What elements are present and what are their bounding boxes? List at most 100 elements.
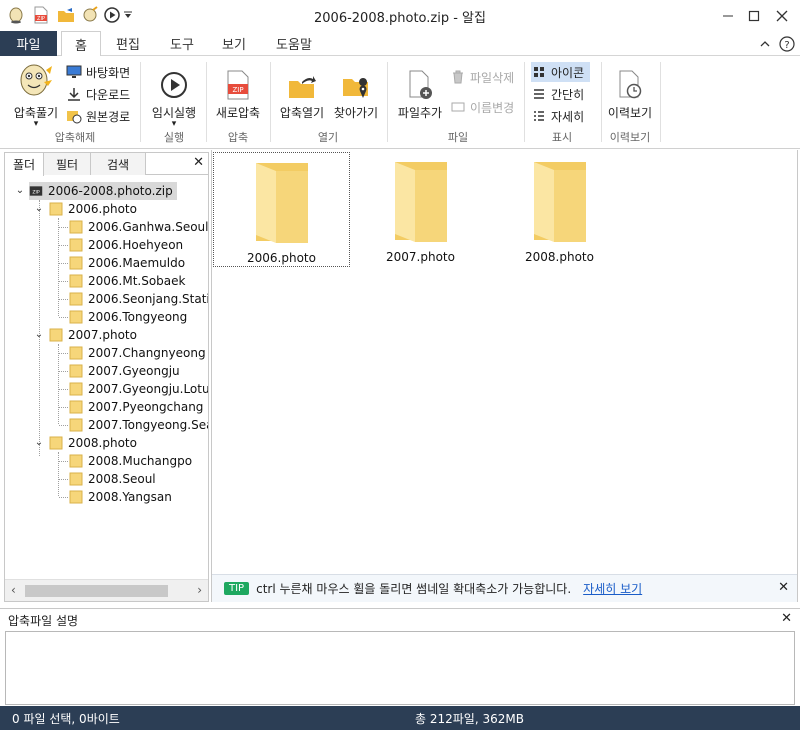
tree-item[interactable]: 2007.Gyeongju.Lotus: [69, 380, 208, 398]
horizontal-scrollbar[interactable]: ‹ ›: [5, 579, 208, 601]
view-simple-button[interactable]: 간단히: [531, 84, 584, 104]
scroll-right-icon[interactable]: ›: [197, 583, 202, 597]
tree-item[interactable]: 2006.Tongyeong: [69, 308, 187, 326]
chevron-down-icon[interactable]: ⌄: [34, 203, 44, 214]
file-item-name: 2007.photo: [386, 250, 455, 264]
temp-run-button[interactable]: 임시실행 ▾: [146, 60, 202, 129]
extract-dropdown[interactable]: ▾: [34, 119, 39, 129]
folder-icon: [69, 400, 83, 414]
large-folder-icon: [252, 161, 312, 245]
status-total: 총 212파일, 362MB: [415, 712, 524, 726]
tab-file[interactable]: 파일: [0, 31, 57, 56]
chevron-down-icon[interactable]: ⌄: [34, 329, 44, 340]
download-button[interactable]: 다운로드: [66, 84, 130, 104]
chevron-down-icon[interactable]: ⌄: [34, 437, 44, 448]
close-icon[interactable]: [766, 0, 798, 31]
tree-item[interactable]: 2008.Muchangpo: [69, 452, 192, 470]
tip-close-icon[interactable]: ✕: [778, 580, 789, 595]
trash-icon: [450, 69, 466, 85]
group-label-compress: 압축: [227, 131, 249, 144]
tab-filter[interactable]: 필터: [44, 153, 91, 175]
file-item-folder[interactable]: 2006.photo: [213, 152, 350, 267]
rename-button[interactable]: 이름변경: [450, 97, 514, 117]
tree-item[interactable]: 2006.Mt.Sobaek: [69, 272, 186, 290]
tree-item[interactable]: 2007.Pyeongchang: [69, 398, 203, 416]
tab-view[interactable]: 보기: [212, 31, 256, 56]
original-path-button[interactable]: 원본경로: [66, 106, 130, 126]
tree-line: [59, 353, 68, 354]
tree-folder-label: 2007.photo: [68, 328, 137, 342]
ribbon-separator: [660, 62, 661, 142]
tree-line: [59, 281, 68, 282]
tree-line: [59, 317, 68, 318]
delete-file-label: 파일삭제: [470, 70, 515, 85]
tab-tools[interactable]: 도구: [160, 31, 204, 56]
tree-item-label: 2007.Tongyeong.Sea: [88, 418, 208, 432]
new-compress-button[interactable]: ZIP 새로압축: [210, 60, 266, 121]
open-archive-label: 압축열기: [279, 106, 325, 120]
add-file-button[interactable]: 파일추가: [392, 60, 448, 121]
tree-item[interactable]: 2008.Seoul: [69, 470, 156, 488]
tab-help[interactable]: 도움말: [268, 31, 320, 56]
group-label-file: 파일: [447, 131, 469, 144]
extract-button[interactable]: 압축풀기 ▾: [8, 60, 64, 129]
tree-item[interactable]: 2006.Hoehyeon: [69, 236, 183, 254]
tip-bar: TIP ctrl 누른채 마우스 휠을 돌리면 썸네일 확대축소가 가능합니다.…: [212, 574, 797, 602]
folder-icon: [69, 220, 83, 234]
scroll-left-icon[interactable]: ‹: [11, 583, 16, 597]
window-title: 2006-2008.photo.zip - 알집: [314, 11, 486, 26]
group-label-history: 이력보기: [609, 131, 651, 144]
tree-folder[interactable]: 2006.photo: [49, 200, 137, 218]
tab-home[interactable]: 홈: [61, 31, 101, 57]
tree-item-label: 2007.Changnyeong: [88, 346, 206, 360]
tip-more-link[interactable]: 자세히 보기: [583, 580, 642, 597]
collapse-ribbon-icon[interactable]: [756, 35, 774, 53]
tree-item[interactable]: 2008.Yangsan: [69, 488, 172, 506]
desktop-button[interactable]: 바탕화면: [66, 62, 130, 82]
open-archive-button[interactable]: 압축열기: [274, 60, 330, 121]
tree-item[interactable]: 2006.Maemuldo: [69, 254, 185, 272]
tree-root[interactable]: ZIP 2006-2008.photo.zip: [29, 182, 177, 200]
view-detail-button[interactable]: 자세히: [531, 106, 584, 126]
help-icon[interactable]: ?: [778, 35, 796, 53]
tree-item[interactable]: 2006.Seonjang.Statio: [69, 290, 208, 308]
folder-icon: [69, 472, 83, 486]
original-path-icon: [66, 108, 82, 124]
chevron-down-icon[interactable]: ⌄: [15, 185, 25, 196]
tree-folder-label: 2006.photo: [68, 202, 137, 216]
description-textarea[interactable]: [5, 631, 795, 705]
ribbon-separator: [387, 62, 388, 142]
tree-line: [58, 344, 59, 424]
add-file-label: 파일추가: [397, 106, 443, 120]
description-close-icon[interactable]: ✕: [781, 611, 792, 626]
view-icon-button[interactable]: 아이콘: [531, 62, 591, 82]
tab-folder[interactable]: 폴더: [5, 153, 44, 176]
scroll-thumb[interactable]: [25, 585, 168, 597]
tree-item[interactable]: 2007.Tongyeong.Sea: [69, 416, 208, 434]
history-label: 이력보기: [607, 106, 653, 120]
status-selection: 0 파일 선택, 0바이트: [12, 712, 120, 726]
temp-run-dropdown[interactable]: ▾: [172, 119, 177, 129]
tab-search[interactable]: 검색: [91, 153, 146, 175]
tree-line: [58, 218, 59, 316]
tab-edit[interactable]: 편집: [106, 31, 150, 56]
folder-icon: [69, 292, 83, 306]
tree-item[interactable]: 2007.Changnyeong: [69, 344, 206, 362]
left-panel-close-icon[interactable]: ✕: [193, 155, 204, 170]
zip-archive-icon: ZIP: [29, 186, 43, 196]
history-button[interactable]: 이력보기: [604, 60, 656, 121]
tree-folder[interactable]: 2007.photo: [49, 326, 137, 344]
group-label-open: 열기: [317, 131, 339, 144]
folder-icon: [69, 364, 83, 378]
tree-folder[interactable]: 2008.photo: [49, 434, 137, 452]
find-button[interactable]: 찾아가기: [328, 60, 384, 121]
add-file-icon: [407, 60, 433, 100]
tree-root-label: 2006-2008.photo.zip: [48, 184, 173, 198]
tree-item[interactable]: 2006.Ganhwa.Seoul: [69, 218, 208, 236]
delete-file-button[interactable]: 파일삭제: [450, 67, 514, 87]
file-item-folder[interactable]: 2007.photo: [352, 152, 489, 267]
tree-item[interactable]: 2007.Gyeongju: [69, 362, 180, 380]
file-item-folder[interactable]: 2008.photo: [491, 152, 628, 267]
desktop-label: 바탕화면: [86, 65, 131, 80]
tree-item-label: 2006.Ganhwa.Seoul: [88, 220, 208, 234]
